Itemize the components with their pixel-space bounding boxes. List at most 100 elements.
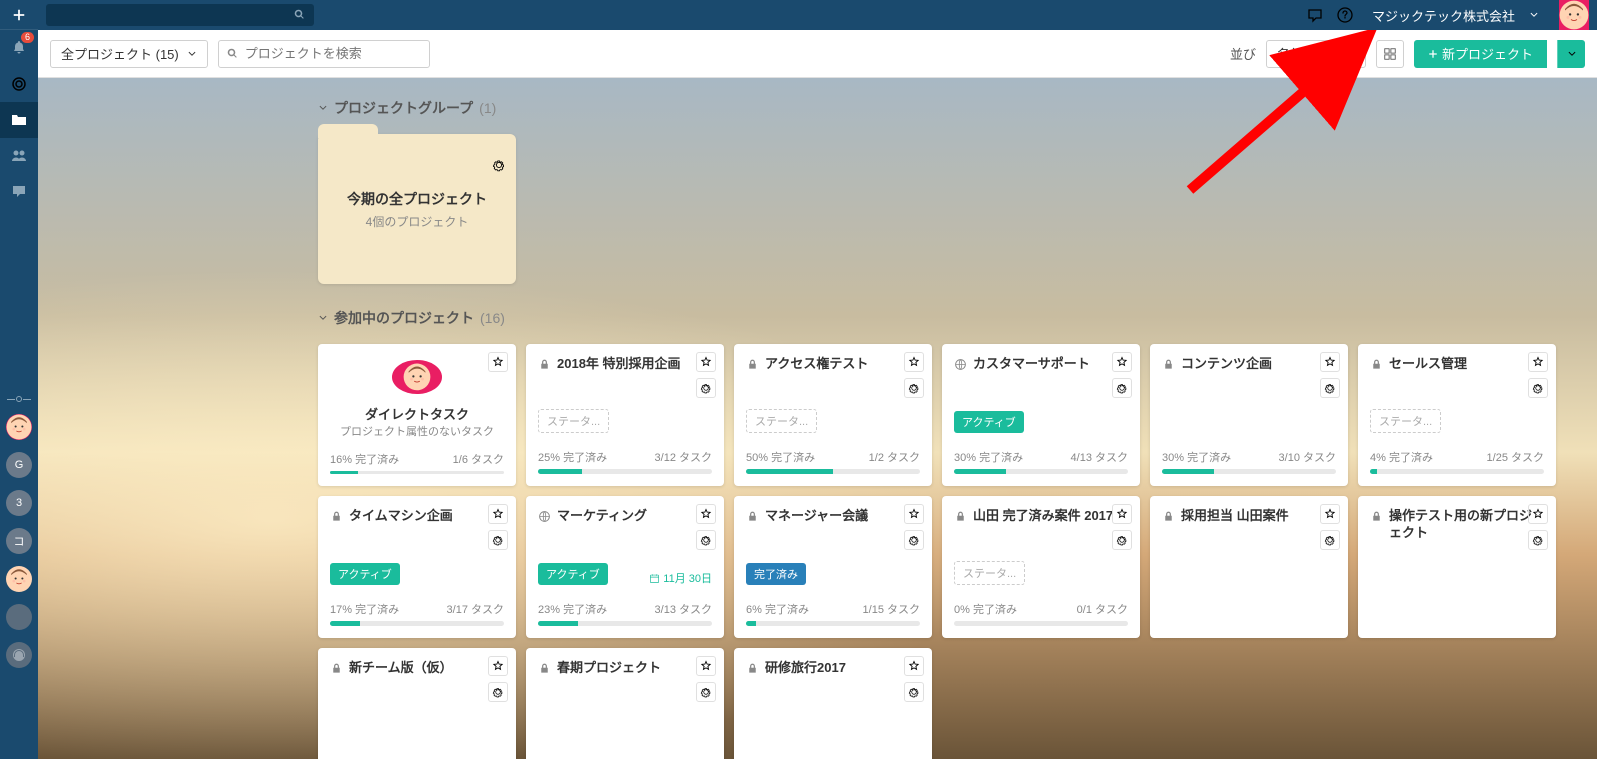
project-search-input[interactable] — [245, 46, 421, 61]
card-star[interactable] — [904, 656, 924, 676]
card-star[interactable] — [1320, 504, 1340, 524]
card-settings[interactable] — [1112, 378, 1132, 398]
project-card[interactable]: コンテンツ企画 30% 完了済み3/10 タスク — [1150, 344, 1348, 486]
card-title: 山田 完了済み案件 2017 — [973, 508, 1128, 525]
project-card[interactable]: 山田 完了済み案件 2017 ステータ...0% 完了済み0/1 タスク — [942, 496, 1140, 638]
card-star[interactable] — [1112, 504, 1132, 524]
gear-icon — [492, 686, 504, 698]
rail-targets[interactable] — [0, 66, 38, 102]
card-settings[interactable] — [696, 378, 716, 398]
card-settings[interactable] — [1528, 530, 1548, 550]
rail-avatar-ko[interactable]: コ — [6, 528, 32, 554]
card-star[interactable] — [904, 504, 924, 524]
rail-new-button[interactable] — [0, 0, 38, 30]
star-icon — [492, 660, 504, 672]
global-search[interactable] — [46, 4, 314, 26]
direct-task-count: 1/6 タスク — [453, 451, 504, 467]
status-badge: ステータ... — [746, 409, 817, 433]
rail-projects[interactable] — [0, 102, 38, 138]
project-search[interactable] — [218, 40, 430, 68]
direct-avatar — [392, 360, 442, 394]
card-star[interactable] — [696, 504, 716, 524]
project-filter-dropdown[interactable]: 全プロジェクト (15) — [50, 40, 208, 68]
card-title: タイムマシン企画 — [349, 508, 504, 525]
done-pct: 30% 完了済み — [954, 449, 1023, 465]
main-area: プロジェクトグループ (1) 今期の全プロジェクト 4個のプロジェクト 参加中の… — [38, 78, 1597, 759]
card-star[interactable] — [488, 504, 508, 524]
rail-avatar-1[interactable] — [6, 414, 32, 440]
card-star[interactable] — [696, 352, 716, 372]
sort-dropdown[interactable]: 名前 — [1266, 40, 1366, 68]
chevron-down-icon — [318, 313, 328, 323]
done-pct: 6% 完了済み — [746, 601, 809, 617]
org-switcher[interactable]: マジックテック株式会社 — [1360, 6, 1551, 25]
card-settings[interactable] — [696, 682, 716, 702]
project-card[interactable]: マネージャー会議 完了済み6% 完了済み1/15 タスク — [734, 496, 932, 638]
card-settings[interactable] — [488, 530, 508, 550]
user-avatar[interactable] — [1559, 0, 1589, 30]
card-star[interactable] — [904, 352, 924, 372]
top-help-icon[interactable] — [1330, 0, 1360, 30]
done-pct: 50% 完了済み — [746, 449, 815, 465]
rail-chat[interactable] — [0, 174, 38, 210]
project-card[interactable]: セールス管理 ステータ...4% 完了済み1/25 タスク — [1358, 344, 1556, 486]
rail-notifications[interactable]: 6 — [0, 30, 38, 66]
project-card[interactable]: 新チーム版（仮） — [318, 648, 516, 759]
rail-avatar-2[interactable] — [6, 566, 32, 592]
project-card[interactable]: 研修旅行2017 — [734, 648, 932, 759]
card-settings[interactable] — [904, 682, 924, 702]
section-joined-header[interactable]: 参加中のプロジェクト (16) — [318, 308, 1597, 328]
global-search-input[interactable] — [54, 8, 294, 22]
card-settings[interactable] — [1528, 378, 1548, 398]
card-star[interactable] — [1320, 352, 1340, 372]
notif-badge: 6 — [21, 32, 34, 43]
project-card[interactable]: タイムマシン企画 アクティブ17% 完了済み3/17 タスク — [318, 496, 516, 638]
task-count: 4/13 タスク — [1071, 449, 1128, 465]
sort-value: 名前 — [1277, 44, 1303, 63]
card-settings[interactable] — [904, 530, 924, 550]
project-card[interactable]: 採用担当 山田案件 — [1150, 496, 1348, 638]
direct-task-card[interactable]: ダイレクトタスク プロジェクト属性のないタスク 16% 完了済み 1/6 タスク — [318, 344, 516, 486]
new-project-button[interactable]: 新プロジェクト — [1414, 40, 1547, 68]
rail-avatar-g[interactable]: G — [6, 452, 32, 478]
new-project-caret[interactable] — [1557, 40, 1585, 68]
star-icon — [700, 508, 712, 520]
project-card[interactable]: マーケティング アクティブ11月 30日23% 完了済み3/13 タスク — [526, 496, 724, 638]
project-card[interactable]: アクセス権テスト ステータ...50% 完了済み1/2 タスク — [734, 344, 932, 486]
card-settings[interactable] — [1320, 530, 1340, 550]
task-count: 1/15 タスク — [863, 601, 920, 617]
rail-support[interactable] — [6, 642, 32, 668]
section-groups-header[interactable]: プロジェクトグループ (1) — [318, 98, 1597, 118]
rail-avatar-3[interactable]: 3 — [6, 490, 32, 516]
card-settings[interactable] — [696, 530, 716, 550]
card-title: 研修旅行2017 — [765, 660, 920, 677]
card-star[interactable] — [1528, 352, 1548, 372]
done-pct: 30% 完了済み — [1162, 449, 1231, 465]
folder-card[interactable]: 今期の全プロジェクト 4個のプロジェクト — [318, 134, 516, 284]
card-settings[interactable] — [904, 378, 924, 398]
card-star[interactable] — [1528, 504, 1548, 524]
rail-people[interactable] — [0, 138, 38, 174]
card-star[interactable] — [488, 352, 508, 372]
folder-settings[interactable] — [492, 158, 506, 177]
card-star[interactable] — [1112, 352, 1132, 372]
project-card[interactable]: 操作テスト用の新プロジェクト — [1358, 496, 1556, 638]
star-icon — [908, 508, 920, 520]
section-joined-count: (16) — [480, 310, 505, 326]
card-settings[interactable] — [1112, 530, 1132, 550]
card-settings[interactable] — [1320, 378, 1340, 398]
task-count: 0/1 タスク — [1077, 601, 1128, 617]
project-card[interactable]: 2018年 特別採用企画 ステータ...25% 完了済み3/12 タスク — [526, 344, 724, 486]
card-settings[interactable] — [488, 682, 508, 702]
card-title: セールス管理 — [1389, 356, 1544, 373]
card-title: 新チーム版（仮） — [349, 660, 504, 677]
project-card[interactable]: 春期プロジェクト — [526, 648, 724, 759]
card-star[interactable] — [488, 656, 508, 676]
star-icon — [492, 356, 504, 368]
status-badge: ステータ... — [954, 561, 1025, 585]
rail-avatar-blank[interactable] — [6, 604, 32, 630]
view-grid-toggle[interactable] — [1376, 40, 1404, 68]
card-star[interactable] — [696, 656, 716, 676]
top-chat-icon[interactable] — [1300, 0, 1330, 30]
project-card[interactable]: カスタマーサポート アクティブ30% 完了済み4/13 タスク — [942, 344, 1140, 486]
